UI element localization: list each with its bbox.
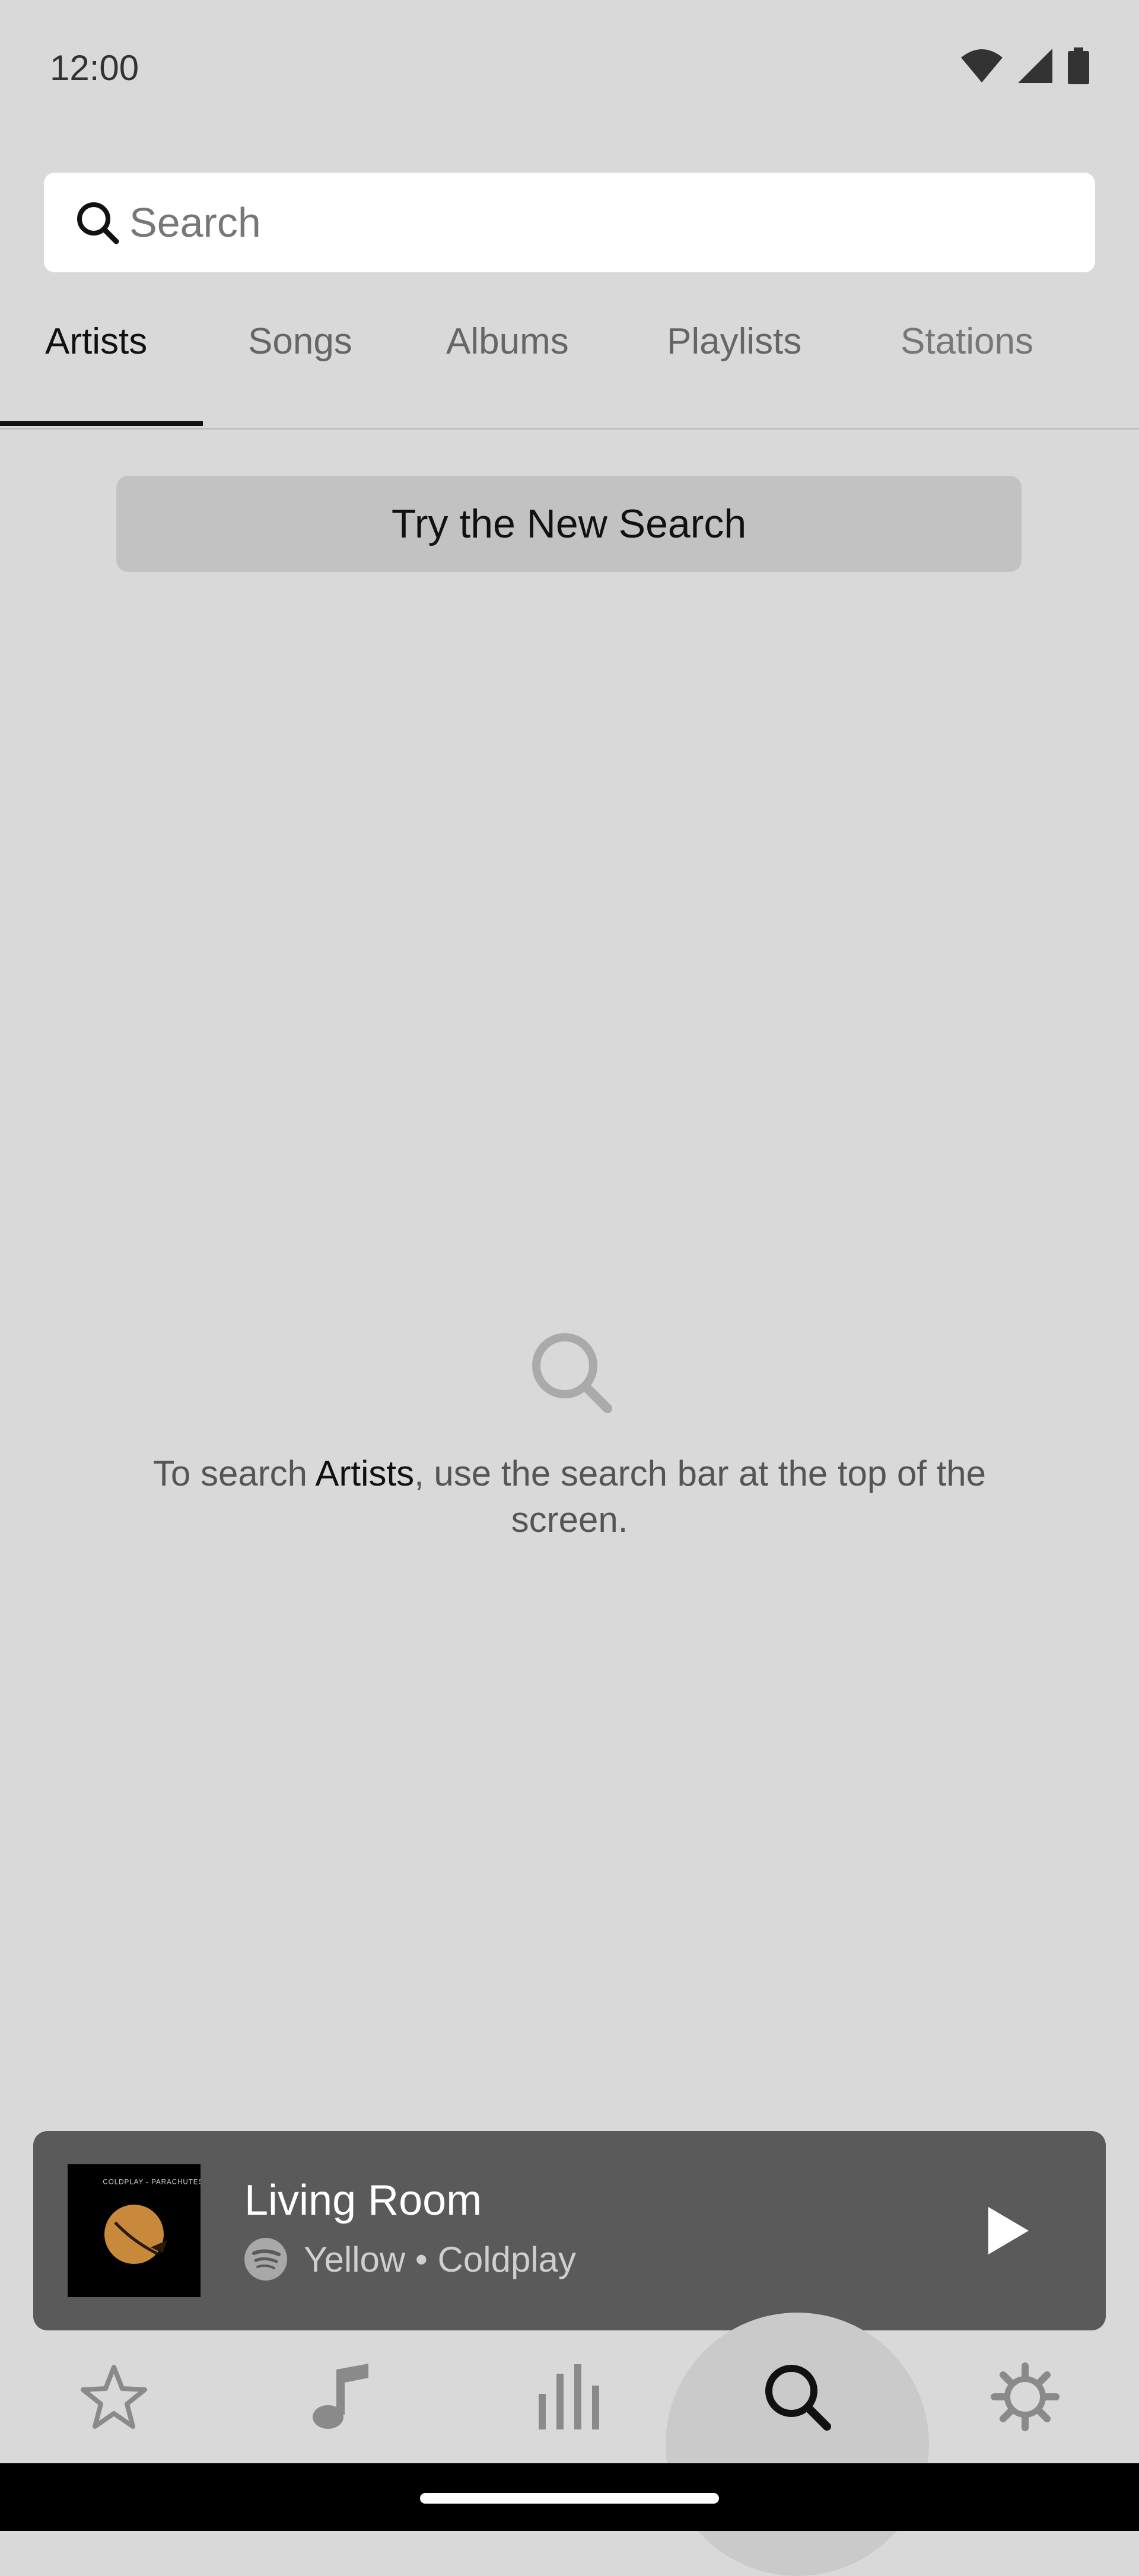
equalizer-icon	[539, 2364, 599, 2429]
nav-search[interactable]	[738, 2332, 857, 2462]
try-new-search-button[interactable]: Try the New Search	[116, 476, 1022, 572]
album-art: COLDPLAY - PARACHUTES	[68, 2164, 201, 2297]
tab-stations[interactable]: Stations	[901, 320, 1033, 362]
active-tab-indicator	[0, 421, 203, 426]
play-icon[interactable]	[976, 2201, 1036, 2260]
nav-music[interactable]	[282, 2332, 401, 2462]
search-icon	[527, 1328, 616, 1420]
room-name: Living Room	[244, 2177, 482, 2224]
mini-player[interactable]: COLDPLAY - PARACHUTES Living Room Yellow…	[33, 2131, 1106, 2330]
empty-text-before: To search	[152, 1454, 316, 1493]
tabs-divider	[0, 428, 1139, 430]
battery-icon	[1068, 47, 1089, 84]
nav-rooms[interactable]	[510, 2332, 629, 2462]
signal-icon	[1018, 49, 1052, 83]
track-info: Yellow • Coldplay	[244, 2238, 576, 2281]
music-note-icon	[313, 2364, 368, 2429]
bottom-nav	[0, 2332, 1139, 2462]
search-icon	[765, 2365, 831, 2431]
empty-state-message: To search Artists, use the search bar at…	[95, 1451, 1044, 1543]
planet-illustration	[104, 2205, 167, 2264]
home-indicator[interactable]	[420, 2493, 719, 2504]
tab-playlists[interactable]: Playlists	[667, 320, 801, 362]
star-icon	[81, 2365, 147, 2429]
tab-songs[interactable]: Songs	[248, 320, 352, 362]
tab-artists[interactable]: Artists	[45, 320, 147, 362]
nav-favorites[interactable]	[55, 2332, 173, 2462]
spotify-icon	[244, 2238, 287, 2281]
track-title-artist: Yellow • Coldplay	[304, 2239, 577, 2279]
search-input[interactable]: Search	[44, 173, 1095, 272]
category-tabs: Artists Songs Albums Playlists Stations	[0, 320, 1139, 430]
wifi-icon	[961, 49, 1003, 82]
search-icon	[77, 202, 119, 244]
tab-albums[interactable]: Albums	[446, 320, 569, 362]
status-time: 12:00	[50, 48, 139, 88]
empty-text-after: , use the search bar at the top of the s…	[414, 1454, 987, 1540]
status-icons	[961, 47, 1089, 84]
search-placeholder: Search	[129, 199, 261, 246]
gear-icon	[991, 2362, 1060, 2431]
empty-text-strong: Artists	[315, 1454, 415, 1493]
nav-settings[interactable]	[966, 2332, 1084, 2462]
